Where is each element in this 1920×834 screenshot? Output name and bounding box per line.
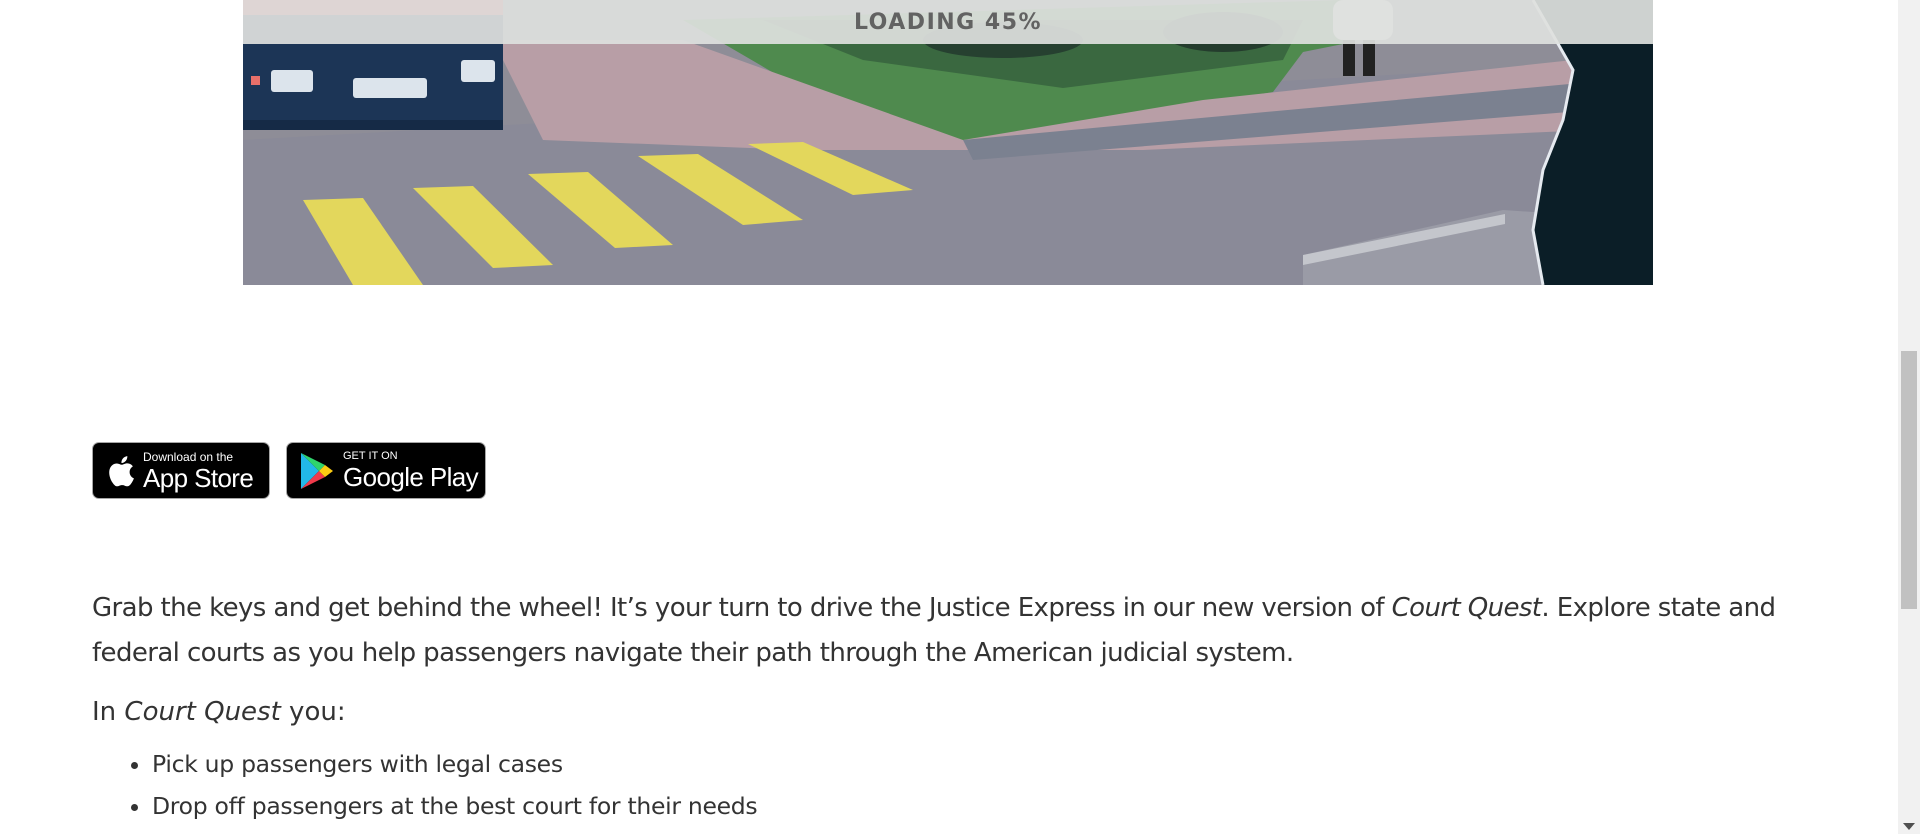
- list-item: Drop off passengers at the best court fo…: [152, 785, 1812, 827]
- page-scrollbar[interactable]: [1898, 0, 1920, 834]
- google-play-label: Google Play: [343, 462, 479, 492]
- loading-bar: LOADING 45%: [243, 0, 1653, 44]
- features-lead-prefix: In: [92, 697, 125, 727]
- google-play-icon: [299, 451, 335, 491]
- loading-label: LOADING 45%: [853, 9, 1043, 35]
- game-description: Grab the keys and get behind the wheel! …: [92, 586, 1812, 827]
- google-play-small-label: GET IT ON: [343, 450, 398, 462]
- apple-icon: [105, 454, 135, 488]
- features-lead-title: Court Quest: [124, 697, 281, 727]
- app-store-badges: Download on the App Store GET IT ON Goog…: [92, 442, 486, 499]
- features-list: Pick up passengers with legal cases Drop…: [92, 743, 1812, 827]
- features-lead-suffix: you:: [280, 697, 346, 727]
- features-lead: In Court Quest you:: [92, 690, 1812, 735]
- app-store-badge[interactable]: Download on the App Store: [92, 442, 270, 499]
- app-store-label: App Store: [143, 462, 254, 493]
- game-title-emphasis: Court Quest: [1391, 593, 1542, 623]
- game-frame[interactable]: LOADING 45%: [243, 0, 1653, 285]
- google-play-badge[interactable]: GET IT ON Google Play: [286, 442, 486, 499]
- scrollbar-thumb[interactable]: [1901, 351, 1917, 609]
- scroll-down-arrow-icon[interactable]: [1903, 823, 1915, 830]
- intro-paragraph: Grab the keys and get behind the wheel! …: [92, 586, 1812, 676]
- intro-text-part1: Grab the keys and get behind the wheel! …: [92, 593, 1392, 623]
- list-item: Pick up passengers with legal cases: [152, 743, 1812, 785]
- app-store-small-label: Download on the: [143, 449, 234, 464]
